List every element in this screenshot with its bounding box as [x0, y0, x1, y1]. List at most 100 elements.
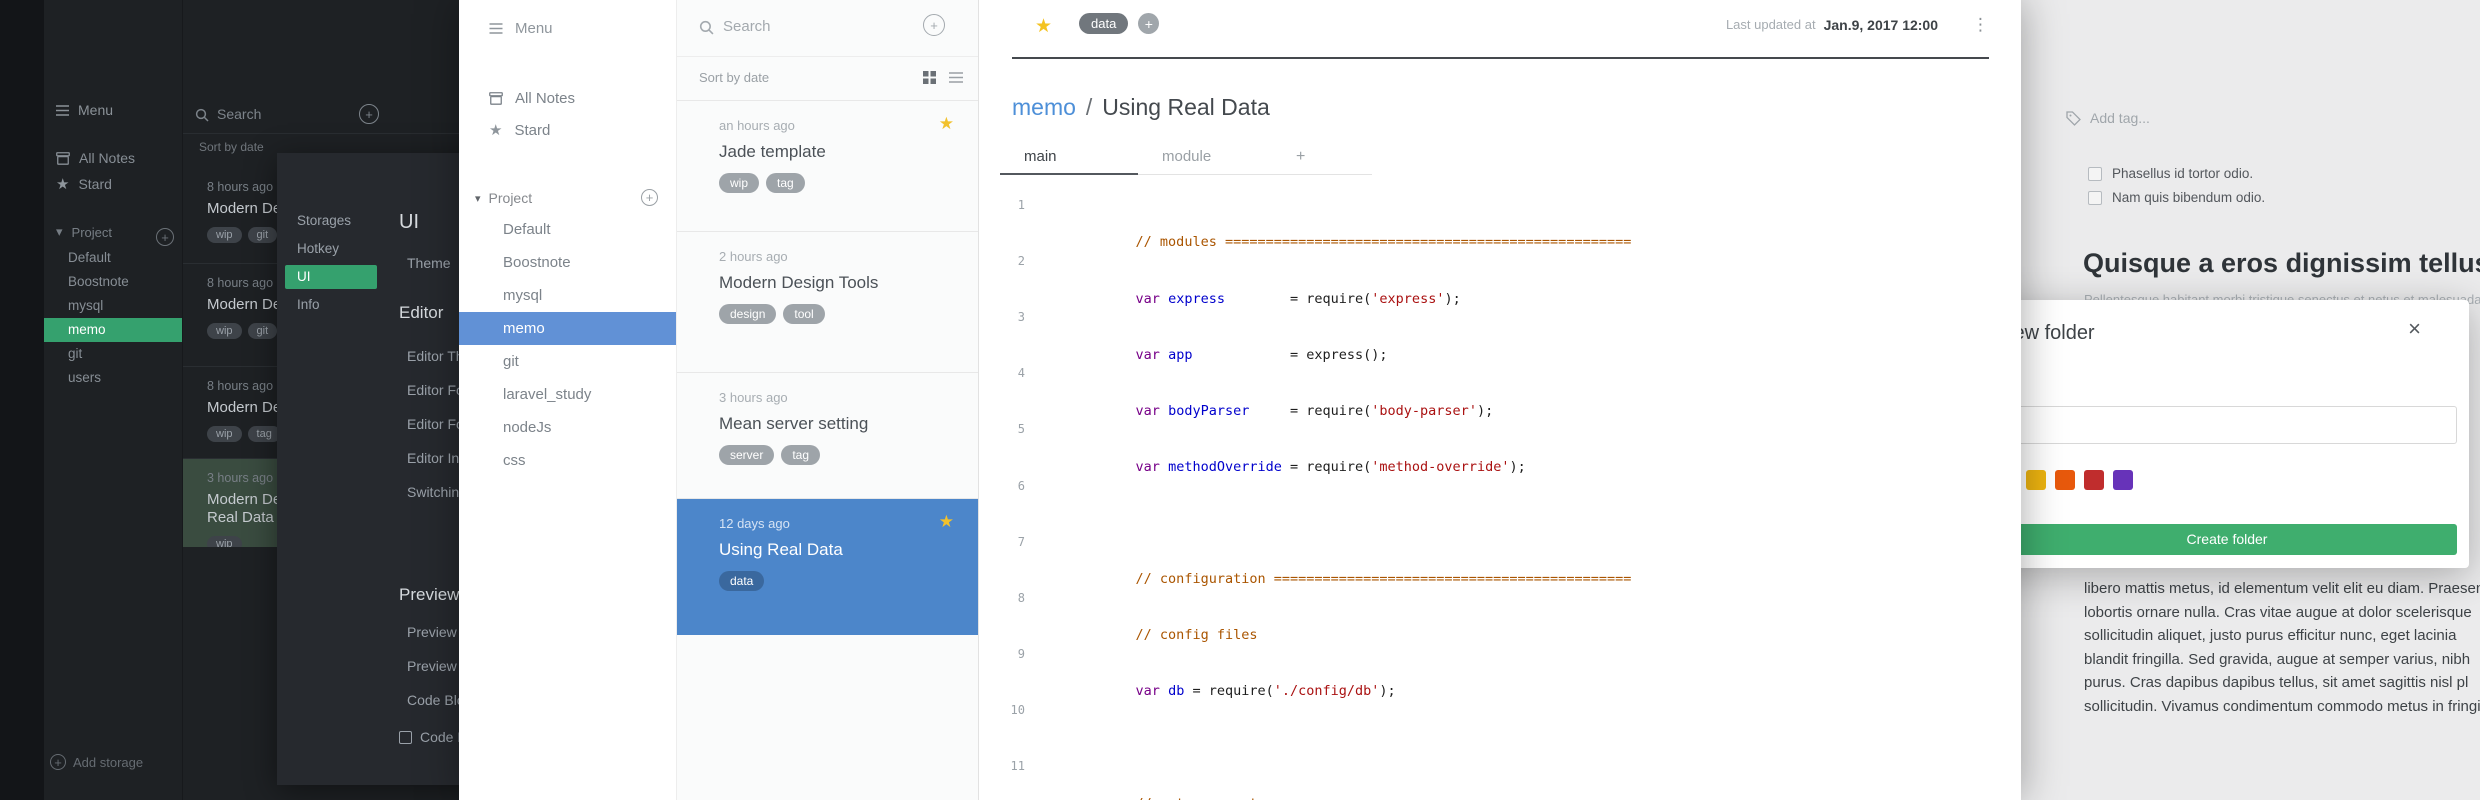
add-tab-button[interactable]: + [1276, 140, 1305, 174]
kebab-menu-icon[interactable]: ⋮ [1972, 16, 1989, 33]
dark-folder-item[interactable]: Boostnote [44, 270, 182, 294]
create-folder-button[interactable]: Create folder [1997, 524, 2457, 555]
preferences-tab[interactable]: Storages [285, 209, 377, 233]
sidebar-item-all-notes[interactable]: All Notes [459, 86, 676, 110]
dark-new-note-button[interactable]: + [359, 104, 379, 124]
folder-label: memo [503, 320, 545, 337]
text-line: purus. Cras dapibus dapibus tellus, sit … [2084, 674, 2469, 692]
todo-checkbox-row[interactable]: Phasellus id tortor odio. [2088, 166, 2253, 181]
note-list-item[interactable]: an hours ago ★ Jade template wip tag [677, 101, 978, 232]
star-icon[interactable]: ★ [939, 512, 954, 532]
editor-section-heading: Editor [399, 303, 444, 322]
line-number: 8 [1017, 590, 1025, 605]
snippet-tab[interactable]: module [1138, 140, 1276, 174]
folder-item[interactable]: laravel_study [459, 378, 676, 411]
color-swatch[interactable] [2026, 470, 2046, 490]
star-icon: ★ [56, 176, 70, 193]
breadcrumb-separator: / [1085, 94, 1093, 120]
folder-item[interactable]: nodeJs [459, 411, 676, 444]
dark-add-storage-button[interactable]: + Add storage [44, 754, 182, 770]
note-time: 2 hours ago [719, 249, 788, 264]
preferences-tab[interactable]: UI [285, 265, 377, 289]
last-updated-value: Jan.9, 2017 12:00 [1823, 16, 1938, 33]
sort-dropdown[interactable]: Sort by date [699, 70, 769, 85]
preferences-tab[interactable]: Info [285, 293, 377, 317]
code-line: 9 var db = require('./config/db'); [1000, 645, 2005, 701]
checkbox-icon[interactable] [2088, 190, 2102, 205]
color-swatch[interactable] [2113, 470, 2133, 490]
folder-label: Default [503, 221, 551, 238]
folder-name-input[interactable] [1997, 406, 2457, 444]
editor-meta: Last updated at Jan.9, 2017 12:00 ⋮ [1726, 16, 1989, 33]
code-text: var app = express(); [1135, 346, 1388, 363]
text-line: sollicitudin. Vivamus condimentum commod… [2084, 697, 2480, 715]
code-text: var express = require('express'); [1135, 290, 1461, 307]
dark-menu-button[interactable]: Menu [44, 102, 182, 118]
note-list-item[interactable]: 3 hours ago Mean server setting server ta… [677, 373, 978, 499]
preferences-tab[interactable]: Hotkey [285, 237, 377, 261]
folder-item[interactable]: css [459, 444, 676, 477]
note-time: an hours ago [719, 118, 795, 133]
add-folder-button[interactable]: + [641, 189, 658, 206]
star-icon[interactable]: ★ [939, 114, 954, 134]
search-bar[interactable]: Search + [677, 0, 978, 57]
dark-search-placeholder: Search [217, 106, 262, 122]
code-line: 1 // modules ===========================… [1000, 196, 2005, 252]
dark-folder-item[interactable]: git [44, 342, 182, 366]
dark-folder-item[interactable]: memo [44, 318, 182, 342]
snippet-tab[interactable]: main [1000, 140, 1138, 175]
add-tag-placeholder: Add tag... [2090, 110, 2150, 126]
code-editor[interactable]: 1 // modules ===========================… [1000, 196, 2005, 800]
star-toggle-icon[interactable]: ★ [1035, 15, 1052, 38]
breadcrumb-folder[interactable]: memo [1012, 94, 1076, 120]
note-time: 12 days ago [719, 516, 790, 531]
note-list-panel: Search + Sort by date an hours ago ★ Jad… [677, 0, 979, 800]
dark-search-bar[interactable]: Search + [183, 96, 459, 134]
todo-checkbox-row[interactable]: Nam quis bibendum odio. [2088, 190, 2265, 205]
note-tags: design tool [719, 304, 954, 324]
tab-label: main [1024, 148, 1057, 165]
note-title: Jade template [719, 142, 826, 161]
folder-item[interactable]: memo [459, 312, 676, 345]
color-swatch[interactable] [2084, 470, 2104, 490]
code-line: 5 var methodOverride = require('method-o… [1000, 420, 2005, 476]
checkbox-icon[interactable] [2088, 166, 2102, 181]
checkbox-icon[interactable] [399, 730, 412, 744]
grid-view-icon[interactable] [923, 71, 936, 84]
folder-item[interactable]: Boostnote [459, 246, 676, 279]
plus-icon: + [50, 754, 66, 770]
tag-pill[interactable]: data [1079, 13, 1129, 34]
sidebar-item-starred[interactable]: ★ Stard [459, 118, 676, 142]
hamburger-icon [56, 104, 69, 116]
project-header[interactable]: ▾ Project + [459, 186, 676, 210]
folder-item[interactable]: git [459, 345, 676, 378]
folder-label: laravel_study [503, 386, 592, 403]
dark-folder-item[interactable]: Default [44, 246, 182, 270]
note-list: an hours ago ★ Jade template wip tag 2 ho… [677, 101, 978, 635]
note-list-item[interactable]: 2 hours ago Modern Design Tools design to… [677, 232, 978, 373]
dark-sidebar-item-all-notes[interactable]: All Notes [44, 150, 182, 166]
dark-folder-item[interactable]: users [44, 366, 182, 390]
dark-sidebar: Menu All Notes ★ Stard ▾ Project + Defau… [44, 0, 182, 800]
note-list-item[interactable]: 12 days ago ★ Using Real Data data [677, 499, 978, 635]
close-icon[interactable]: × [2408, 316, 2421, 342]
folder-item[interactable]: Default [459, 213, 676, 246]
line-number: 2 [1017, 254, 1025, 269]
theme-setting-label: Theme [407, 255, 451, 271]
code-line: 7 // configuration =====================… [1000, 533, 2005, 589]
line-number: 5 [1017, 422, 1025, 437]
color-swatch[interactable] [2055, 470, 2075, 490]
add-tag-input[interactable]: Add tag... [2066, 110, 2150, 126]
dark-folder-item[interactable]: mysql [44, 294, 182, 318]
dark-add-folder-button[interactable]: + [156, 228, 174, 246]
add-tag-button[interactable]: + [1138, 13, 1160, 34]
new-note-button[interactable]: + [923, 14, 945, 36]
list-view-icon[interactable] [949, 72, 963, 83]
dark-menu-label: Menu [78, 102, 114, 118]
menu-button[interactable]: Menu [459, 16, 676, 40]
todo-label: Phasellus id tortor odio. [2112, 166, 2254, 181]
dark-folder-label: mysql [68, 298, 104, 313]
dark-sort-dropdown[interactable]: Sort by date [199, 140, 264, 154]
dark-sidebar-item-starred[interactable]: ★ Stard [44, 175, 182, 193]
folder-item[interactable]: mysql [459, 279, 676, 312]
